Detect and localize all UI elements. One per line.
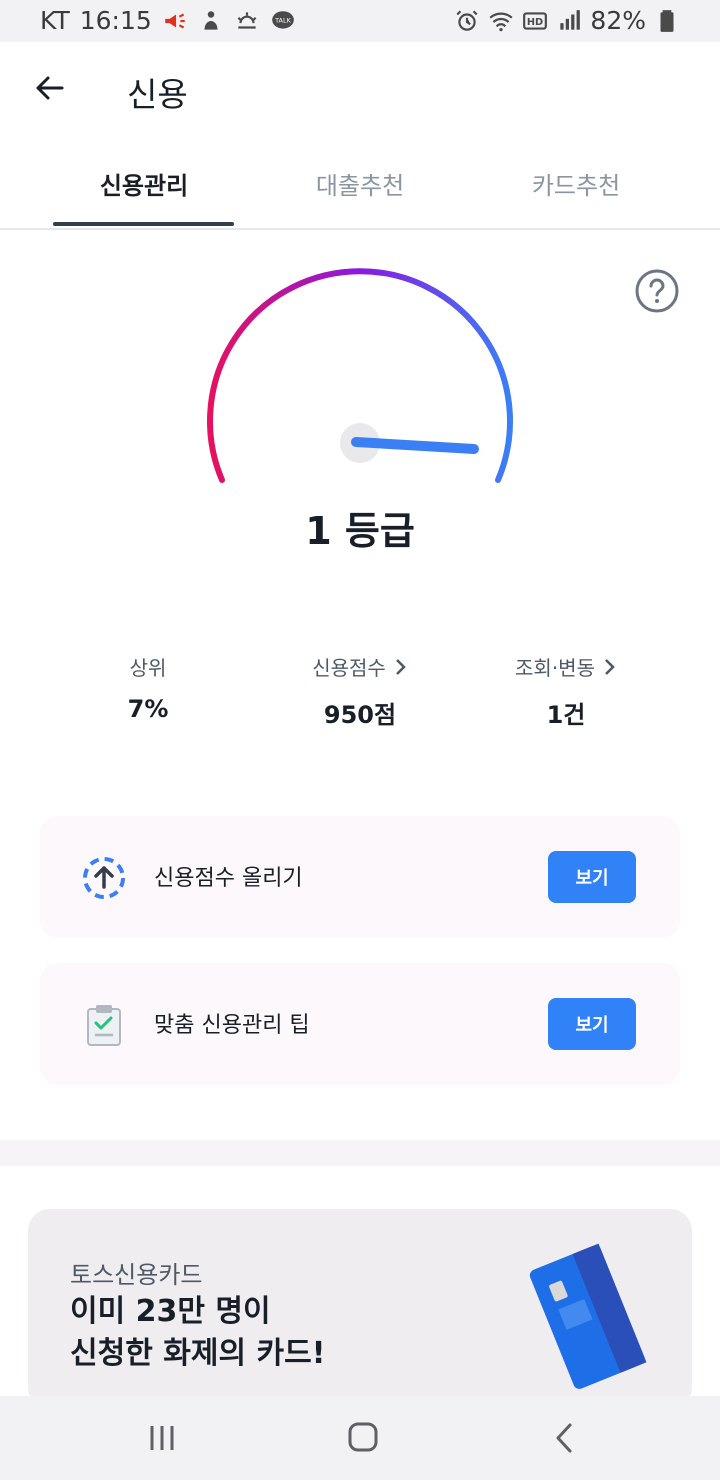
credit-card-image	[529, 1243, 647, 1389]
stat-lookup[interactable]: 조회·변동 1건	[466, 652, 666, 730]
person-icon	[204, 10, 218, 30]
active-tab-indicator	[53, 222, 234, 226]
status-bar: KT 16:15 TALK HD 82%	[0, 0, 720, 42]
stat-score-value: 950점	[323, 701, 397, 729]
megaphone-icon	[165, 13, 185, 28]
chevron-right-icon	[605, 658, 615, 675]
battery-icon	[660, 9, 674, 32]
promo-headline-line1: 이미 23만 명이	[70, 1294, 271, 1329]
battery-percent: 82%	[590, 6, 646, 35]
stat-score-label: 신용점수	[312, 656, 386, 680]
stat-rank-label: 상위	[129, 656, 167, 680]
credit-gauge	[207, 268, 513, 483]
clipboard-check-icon	[87, 1005, 121, 1046]
clock: 16:15	[79, 6, 152, 35]
back-arrow-icon[interactable]	[30, 68, 70, 108]
wifi-icon	[489, 12, 513, 31]
hd-voice-icon: HD	[523, 11, 548, 30]
help-icon[interactable]	[634, 268, 680, 314]
promo-subtitle: 토스신용카드	[70, 1261, 203, 1289]
promo-banner[interactable]: 토스신용카드 이미 23만 명이 신청한 화제의 카드!	[28, 1209, 692, 1409]
raise-score-view-button[interactable]: 보기	[548, 851, 636, 903]
tab-credit-management[interactable]: 신용관리	[36, 166, 252, 201]
promo-headline-line2: 신청한 화제의 카드!	[70, 1336, 326, 1371]
stat-rank: 상위 7%	[48, 652, 248, 723]
arrow-up-circle-icon	[83, 857, 125, 899]
credit-tips-view-button[interactable]: 보기	[548, 998, 636, 1050]
svg-text:TALK: TALK	[274, 16, 292, 24]
stat-lookup-value: 1건	[546, 701, 586, 729]
raise-score-label: 신용점수 올리기	[154, 866, 303, 891]
system-nav-bar	[0, 1396, 720, 1480]
alarm-icon	[456, 9, 478, 31]
promo-headline: 이미 23만 명이 신청한 화제의 카드!	[70, 1291, 325, 1375]
app-bar: 신용	[0, 42, 720, 138]
tab-bar: 신용관리 대출추천 카드추천	[0, 150, 720, 230]
credit-tips-row[interactable]: 맞춤 신용관리 팁 보기	[40, 963, 680, 1085]
section-divider	[0, 1140, 720, 1166]
svg-text:HD: HD	[527, 16, 543, 27]
stat-score[interactable]: 신용점수 950점	[260, 652, 460, 730]
credit-tips-label: 맞춤 신용관리 팁	[154, 1013, 310, 1038]
tab-loan-recommend[interactable]: 대출추천	[252, 166, 468, 201]
gauge-needle	[351, 437, 479, 454]
stat-lookup-label: 조회·변동	[515, 656, 595, 680]
weather-icon	[237, 11, 257, 29]
chevron-right-icon	[395, 658, 406, 675]
home-icon[interactable]	[343, 1420, 383, 1456]
stat-rank-value: 7%	[127, 695, 169, 723]
nav-back-icon[interactable]	[546, 1420, 586, 1456]
raise-score-row[interactable]: 신용점수 올리기 보기	[40, 816, 680, 938]
signal-icon	[560, 9, 581, 30]
page-title: 신용	[127, 75, 188, 114]
tab-card-recommend[interactable]: 카드추천	[468, 166, 684, 201]
recent-apps-icon[interactable]	[142, 1420, 182, 1456]
carrier-label: KT	[40, 6, 70, 35]
credit-grade: 1 등급	[305, 509, 415, 553]
kakaotalk-icon: TALK	[271, 10, 294, 29]
